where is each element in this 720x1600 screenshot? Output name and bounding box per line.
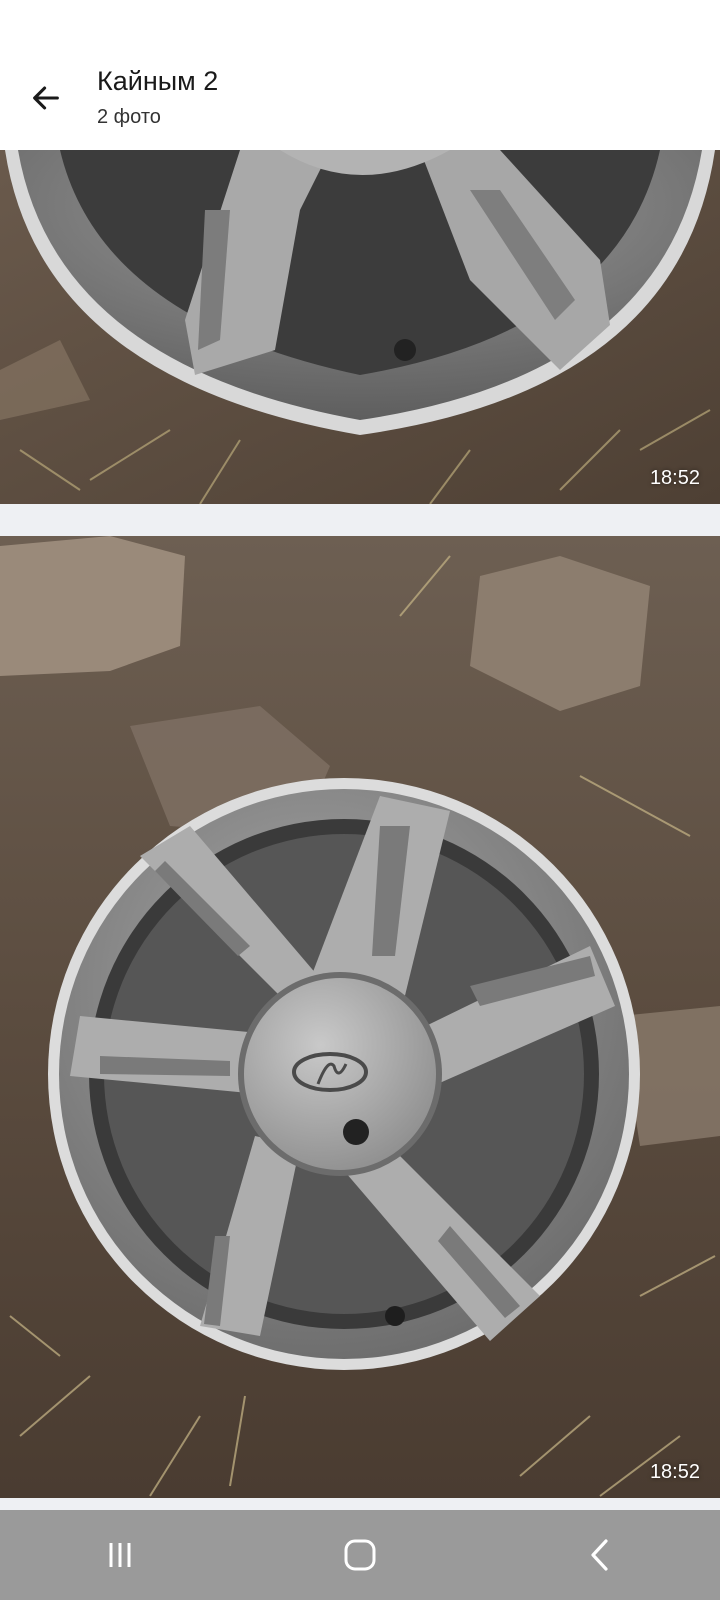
recents-button[interactable] bbox=[60, 1510, 180, 1600]
photo-wheel-full bbox=[0, 536, 720, 1498]
photo-item-2[interactable]: 18:52 bbox=[0, 536, 720, 1498]
photo-item-1[interactable]: 18:52 bbox=[0, 150, 720, 504]
arrow-left-icon bbox=[33, 86, 59, 110]
recents-icon bbox=[109, 1543, 131, 1567]
app-header: Кайным 2 2 фото bbox=[0, 50, 720, 150]
home-button[interactable] bbox=[300, 1510, 420, 1600]
photo-wheel-closeup bbox=[0, 150, 720, 504]
back-chevron-icon bbox=[591, 1539, 608, 1571]
photo-timestamp: 18:52 bbox=[649, 1461, 700, 1483]
title-block: Кайным 2 2 фото bbox=[97, 64, 218, 130]
status-bar bbox=[0, 0, 720, 50]
system-nav-bar bbox=[0, 1510, 720, 1600]
home-icon bbox=[344, 1539, 376, 1571]
back-button[interactable] bbox=[22, 74, 70, 122]
photo-count: 2 фото bbox=[97, 106, 161, 128]
system-back-button[interactable] bbox=[540, 1510, 660, 1600]
photo-timestamp: 18:52 bbox=[649, 467, 700, 489]
page-title: Кайным 2 bbox=[97, 66, 219, 96]
